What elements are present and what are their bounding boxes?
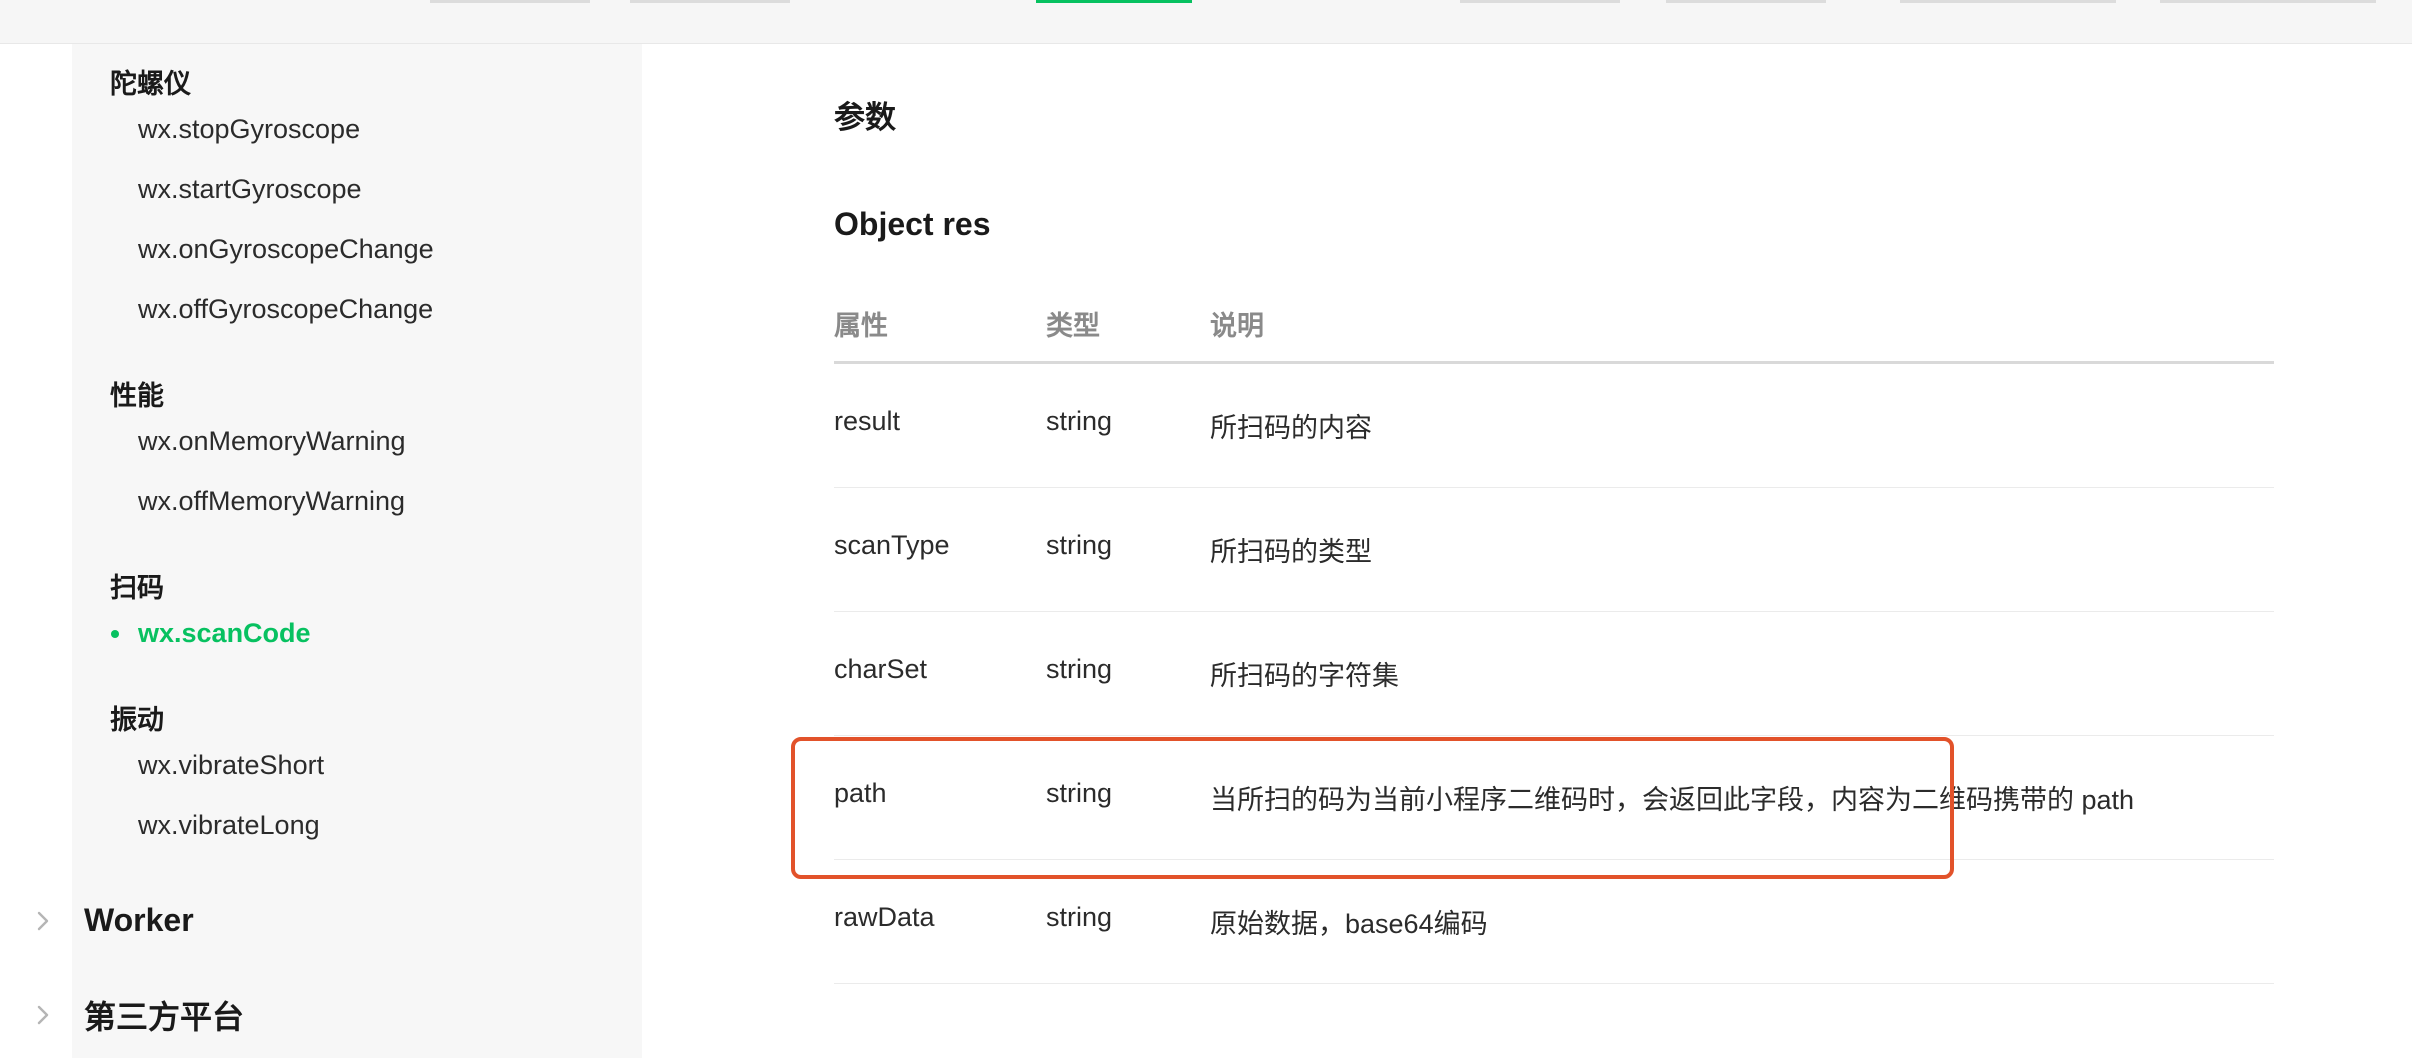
page-heading-params: 参数 <box>834 100 896 135</box>
sidebar-section-worker[interactable]: Worker <box>30 902 194 939</box>
cell-property: scanType <box>834 530 950 560</box>
nav-tab[interactable] <box>1460 0 1620 3</box>
cell-description: 当所扫的码为当前小程序二维码时，会返回此字段，内容为二维码携带的 path <box>1210 785 2135 815</box>
nav-tab[interactable] <box>430 0 590 3</box>
sidebar-item-off-gyroscope-change[interactable]: wx.offGyroscopeChange <box>138 294 433 325</box>
top-navigation-bar <box>0 0 2412 44</box>
table-row: result string 所扫码的内容 <box>834 364 2274 488</box>
params-table: 属性 类型 说明 result string 所扫码的内容 scanType s… <box>834 296 2274 984</box>
cell-type: string <box>1046 654 1113 684</box>
cell-description: 原始数据，base64编码 <box>1210 909 1488 939</box>
cell-type: string <box>1046 778 1113 808</box>
sidebar: 陀螺仪 wx.stopGyroscope wx.startGyroscope w… <box>0 44 642 1058</box>
table-row: scanType string 所扫码的类型 <box>834 488 2274 612</box>
nav-tab[interactable] <box>1900 0 2116 3</box>
sidebar-item-stop-gyroscope[interactable]: wx.stopGyroscope <box>138 114 360 145</box>
sidebar-item-on-memory-warning[interactable]: wx.onMemoryWarning <box>138 426 406 457</box>
section-heading-object-res: Object res <box>834 206 991 242</box>
cell-type: string <box>1046 406 1113 436</box>
column-header-type: 类型 <box>1046 311 1100 341</box>
nav-tab[interactable] <box>630 0 790 3</box>
cell-type: string <box>1046 902 1113 932</box>
cell-description: 所扫码的内容 <box>1210 413 1372 443</box>
group-title-scan-code: 扫码 <box>110 573 164 603</box>
chevron-right-icon <box>30 908 56 934</box>
nav-tab[interactable] <box>1666 0 1826 3</box>
active-indicator-dot <box>111 630 119 638</box>
nav-tab-active[interactable] <box>1036 0 1192 3</box>
cell-property: charSet <box>834 654 928 684</box>
cell-property: rawData <box>834 902 935 932</box>
cell-type: string <box>1046 530 1113 560</box>
group-title-performance: 性能 <box>110 381 164 411</box>
cell-description: 所扫码的类型 <box>1210 537 1372 567</box>
group-title-vibrate: 振动 <box>110 705 164 735</box>
column-header-property: 属性 <box>834 311 888 341</box>
cell-property: path <box>834 778 887 808</box>
sidebar-item-on-gyroscope-change[interactable]: wx.onGyroscopeChange <box>138 234 434 265</box>
sidebar-section-label: Worker <box>84 902 194 938</box>
sidebar-section-third-party-platform[interactable]: 第三方平台 <box>30 992 244 1038</box>
sidebar-item-off-memory-warning[interactable]: wx.offMemoryWarning <box>138 486 405 517</box>
table-row-highlighted: path string 当所扫的码为当前小程序二维码时，会返回此字段，内容为二维… <box>834 736 2274 860</box>
cell-property: result <box>834 406 901 436</box>
sidebar-item-start-gyroscope[interactable]: wx.startGyroscope <box>138 174 362 205</box>
chevron-right-icon <box>30 1002 56 1028</box>
group-title-gyroscope: 陀螺仪 <box>110 69 191 99</box>
sidebar-item-vibrate-long[interactable]: wx.vibrateLong <box>138 810 320 841</box>
sidebar-section-label: 第三方平台 <box>84 999 245 1035</box>
cell-description: 所扫码的字符集 <box>1210 661 1399 691</box>
table-row: rawData string 原始数据，base64编码 <box>834 860 2274 984</box>
nav-tab[interactable] <box>2160 0 2376 3</box>
table-row: charSet string 所扫码的字符集 <box>834 612 2274 736</box>
table-header: 属性 类型 说明 <box>834 296 2274 364</box>
sidebar-item-scan-code[interactable]: wx.scanCode <box>138 618 311 649</box>
sidebar-item-vibrate-short[interactable]: wx.vibrateShort <box>138 750 324 781</box>
column-header-description: 说明 <box>1210 311 1264 341</box>
